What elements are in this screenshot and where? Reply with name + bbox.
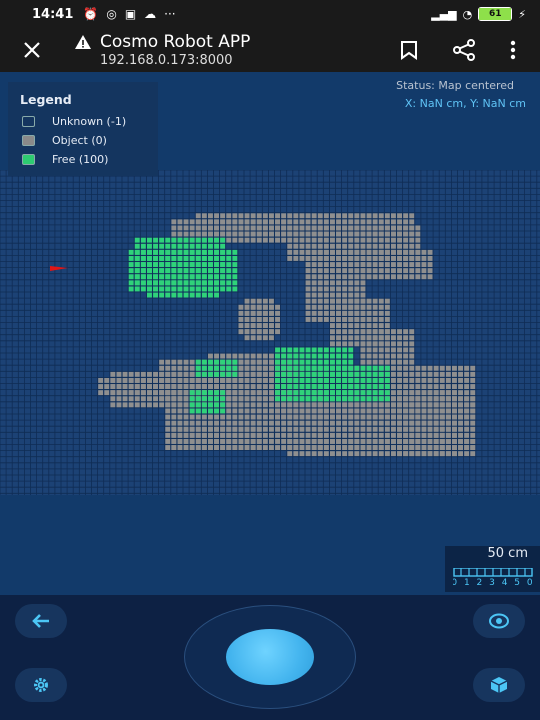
scale-ticks: 0 1 2 3 4 5 0 (453, 578, 533, 586)
settings-button[interactable] (15, 668, 67, 702)
3d-view-button[interactable] (473, 668, 525, 702)
legend-title: Legend (20, 92, 72, 107)
legend-swatch-unknown (22, 116, 35, 127)
sync-icon: ◎ (106, 7, 117, 21)
eye-icon (489, 613, 509, 629)
map-view[interactable]: Legend Unknown (-1) Object (0) Free (100… (0, 72, 540, 595)
cloud-icon: ☁ (144, 7, 157, 21)
system-status-bar: 14:41 ⏰ ◎ ▣ ☁ ··· ▂▄▆ ◔ 61 ⚡ (0, 0, 540, 28)
warning-icon (75, 35, 91, 49)
legend-swatch-object (22, 135, 35, 146)
more-notifications-icon: ··· (164, 7, 176, 21)
legend-swatch-free (22, 154, 35, 165)
share-icon[interactable] (452, 39, 476, 61)
app-bar: Cosmo Robot APP 192.168.0.173:8000 (0, 28, 540, 72)
app-bar-actions (400, 39, 516, 61)
page-title: Cosmo Robot APP (100, 32, 251, 52)
gear-icon (34, 678, 48, 692)
alarm-icon: ⏰ (83, 7, 99, 21)
scale-bar: 50 cm 0 1 2 3 4 5 0 (445, 546, 540, 592)
close-icon (24, 42, 40, 58)
close-button[interactable] (10, 41, 54, 59)
arrow-left-icon (32, 614, 49, 628)
legend-item-unknown: Unknown (-1) (20, 115, 146, 128)
page-url: 192.168.0.173:8000 (100, 53, 233, 68)
screen: 14:41 ⏰ ◎ ▣ ☁ ··· ▂▄▆ ◔ 61 ⚡ Cosmo Robot… (0, 0, 540, 720)
gallery-icon: ▣ (124, 7, 137, 21)
clock: 14:41 (32, 6, 74, 22)
back-button[interactable] (15, 604, 67, 638)
view-button[interactable] (473, 604, 525, 638)
page-info: Cosmo Robot APP 192.168.0.173:8000 (74, 32, 250, 68)
bookmark-icon[interactable] (400, 40, 418, 60)
system-indicators: ▂▄▆ ◔ 61 ⚡ (431, 7, 526, 21)
cube-icon (490, 677, 508, 693)
cursor-coordinates: X: NaN cm, Y: NaN cm (404, 97, 526, 110)
more-options-icon[interactable] (510, 40, 516, 60)
control-panel (0, 595, 540, 720)
legend-item-object: Object (0) (20, 134, 146, 147)
scale-ruler: 0 1 2 3 4 5 0 (453, 568, 533, 586)
legend-label-free: Free (100) (52, 153, 109, 166)
scale-label: 50 cm (487, 546, 529, 561)
map-status: Status: Map centered (396, 79, 514, 92)
signal-icon: ▂▄▆ (431, 7, 457, 21)
legend-item-free: Free (100) (20, 153, 146, 166)
occupancy-grid[interactable] (0, 170, 540, 567)
charging-icon: ⚡ (518, 7, 526, 21)
legend-label-unknown: Unknown (-1) (52, 115, 127, 128)
legend-label-object: Object (0) (52, 134, 107, 147)
legend-panel: Legend Unknown (-1) Object (0) Free (100… (8, 82, 158, 176)
wifi-icon: ◔ (462, 7, 473, 21)
battery-level: 61 (479, 8, 512, 20)
joystick-knob[interactable] (226, 629, 314, 685)
notification-icons: ⏰ ◎ ▣ ☁ ··· (83, 7, 175, 21)
battery-icon: 61 (478, 7, 513, 21)
